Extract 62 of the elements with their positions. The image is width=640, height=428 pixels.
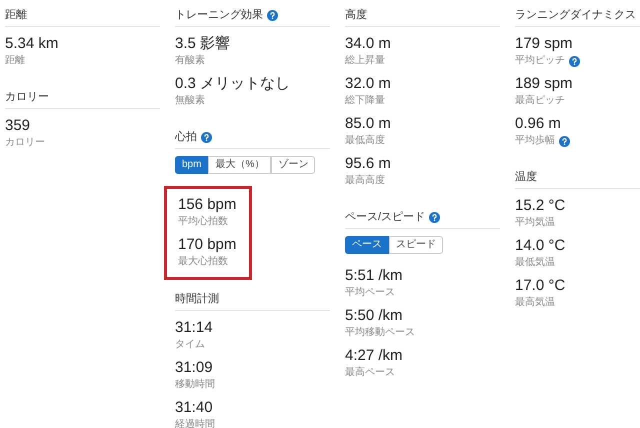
stat-value: 14.0 °C — [515, 236, 566, 256]
help-icon[interactable] — [429, 212, 440, 223]
stat-label: 総上昇量 — [345, 54, 385, 68]
toggle-option[interactable]: ペース — [345, 236, 389, 254]
stat-value: 85.0 m — [345, 114, 392, 134]
stat-label: タイム — [175, 338, 205, 352]
help-icon[interactable] — [559, 136, 570, 146]
stat-label: 総下降量 — [345, 94, 385, 108]
help-icon[interactable] — [201, 132, 212, 143]
stat-label: 平均歩幅 — [515, 134, 555, 148]
stat-label: 最高気温 — [515, 296, 555, 310]
stat-value: 5.34 km — [5, 34, 60, 54]
stat-label: 最高高度 — [345, 174, 385, 188]
section-title: 高度 — [345, 8, 367, 23]
help-icon[interactable] — [569, 56, 580, 66]
section-title: 時間計測 — [175, 292, 219, 307]
section-title: カロリー — [5, 90, 49, 105]
stat-value: 95.6 m — [345, 154, 392, 174]
stat-value: 4:27 /km — [345, 346, 404, 366]
stat-label: 無酸素 — [175, 94, 205, 108]
help-icon[interactable] — [267, 10, 278, 21]
stat-label: 平均移動ペース — [345, 326, 415, 340]
stat-label: 距離 — [5, 54, 25, 68]
stat-value: 15.2 °C — [515, 196, 566, 216]
stat-value: 32.0 m — [345, 74, 392, 94]
section-title: ペース/スピード — [345, 210, 426, 225]
stat-value: 359 — [5, 116, 32, 136]
stat-value: 5:51 /km — [345, 266, 404, 286]
toggle-option[interactable]: 最大（%） — [208, 156, 272, 174]
stat-value: 170 bpm — [178, 235, 238, 255]
stat-label: 最大心拍数 — [178, 255, 228, 269]
section-title: ランニングダイナミクス — [515, 8, 636, 23]
stat-label: 最高ペース — [345, 366, 395, 380]
stat-value: 3.5 影響 — [175, 34, 232, 54]
stat-value: 189 spm — [515, 74, 574, 94]
stat-label: 最低気温 — [515, 256, 555, 270]
stat-label: 移動時間 — [175, 378, 215, 392]
stat-label: 平均気温 — [515, 216, 555, 230]
stat-value: 5:50 /km — [345, 306, 404, 326]
toggle-option[interactable]: bpm — [175, 156, 208, 174]
section-title: 距離 — [5, 8, 27, 23]
toggle-option[interactable]: スピード — [389, 236, 443, 254]
stat-value: 0.3 メリットなし — [175, 74, 292, 94]
section-title: 心拍 — [175, 130, 197, 145]
stat-label: 有酸素 — [175, 54, 205, 68]
stat-label: 最高ピッチ — [515, 94, 565, 108]
stat-value: 0.96 m — [515, 114, 562, 134]
stat-value: 156 bpm — [178, 195, 238, 215]
stat-value: 179 spm — [515, 34, 574, 54]
stat-value: 31:14 — [175, 318, 214, 338]
toggle-option[interactable]: ゾーン — [271, 156, 316, 174]
stat-label: 平均ペース — [345, 286, 395, 300]
stat-label: カロリー — [5, 136, 45, 150]
stat-label: 平均ピッチ — [515, 54, 565, 68]
stat-value: 17.0 °C — [515, 276, 566, 296]
section-title: 温度 — [515, 170, 537, 185]
stat-value: 31:09 — [175, 358, 214, 378]
stat-label: 平均心拍数 — [178, 215, 228, 229]
stat-label: 最低高度 — [345, 134, 385, 148]
stat-value: 31:40 — [175, 398, 214, 418]
stat-value: 34.0 m — [345, 34, 392, 54]
section-title: トレーニング効果 — [175, 8, 263, 23]
